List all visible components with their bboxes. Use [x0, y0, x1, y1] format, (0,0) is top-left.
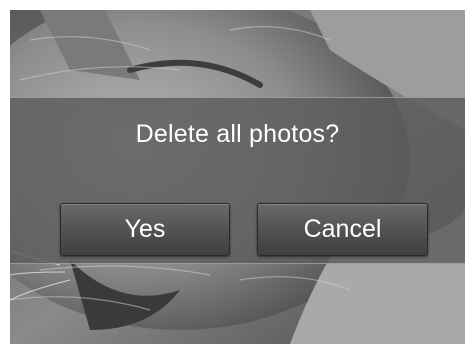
cancel-button[interactable]: Cancel — [257, 203, 428, 256]
yes-button[interactable]: Yes — [60, 203, 230, 256]
camera-screen: Delete all photos? Yes Cancel — [10, 10, 465, 344]
delete-confirm-dialog: Delete all photos? Yes Cancel — [10, 97, 465, 264]
dialog-message: Delete all photos? — [135, 120, 340, 148]
